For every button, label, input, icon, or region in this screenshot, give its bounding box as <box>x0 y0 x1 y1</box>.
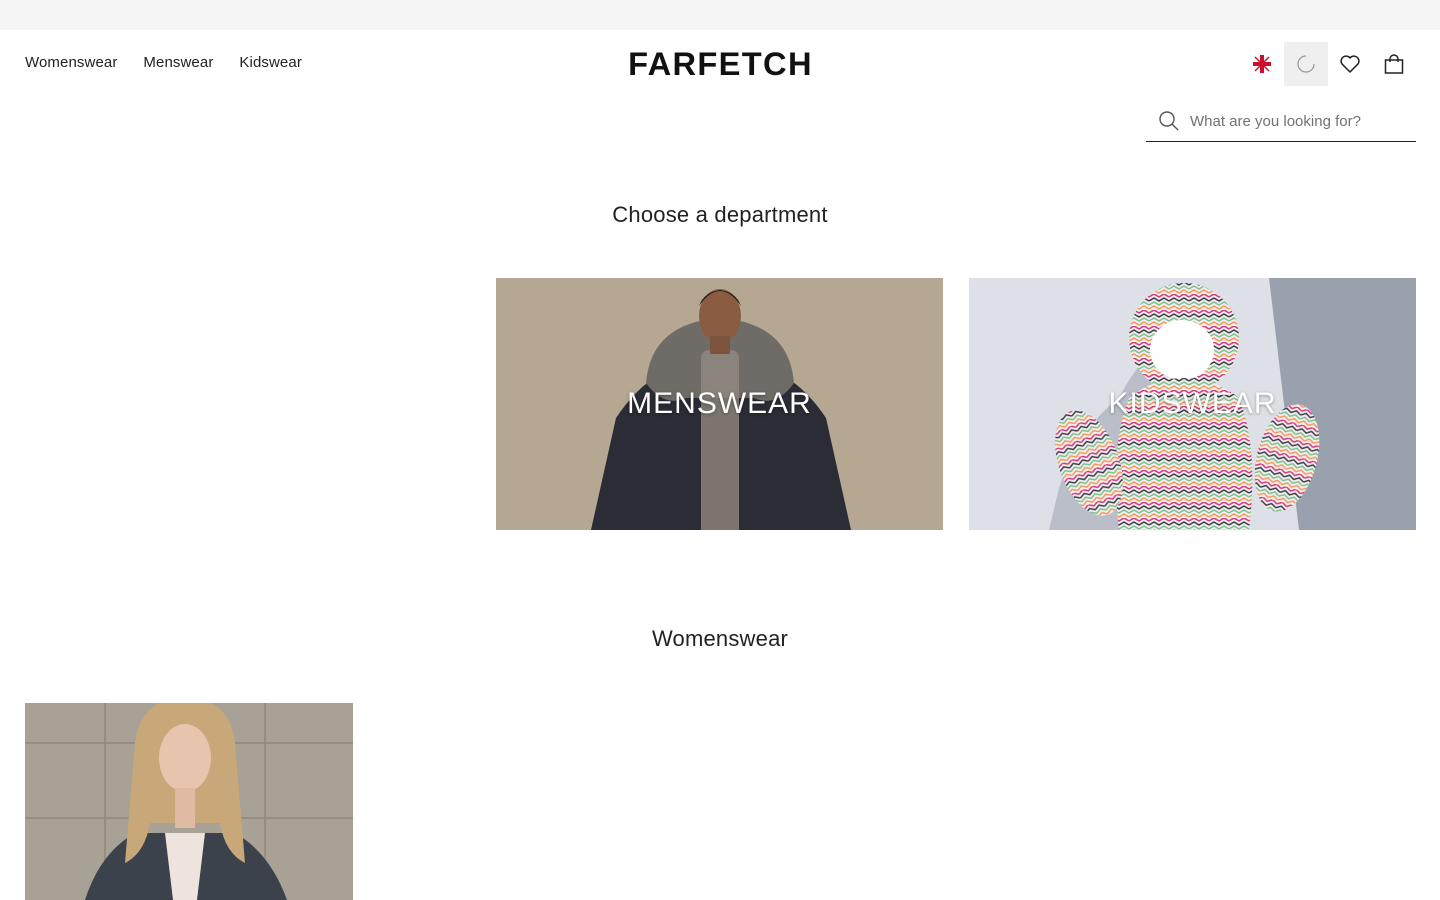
choose-department-heading: Choose a department <box>612 202 828 227</box>
bag-button[interactable] <box>1372 42 1416 86</box>
farfetch-logo[interactable]: FARFETCH <box>617 47 824 81</box>
loading-spinner-icon <box>1297 55 1315 73</box>
search-input[interactable] <box>1190 106 1410 136</box>
account-button[interactable] <box>1284 42 1328 86</box>
kidswear-label: KIDSWEAR <box>1108 387 1277 420</box>
country-flag-button[interactable] <box>1240 42 1284 86</box>
department-nav: Womenswear Menswear Kidswear <box>25 54 302 71</box>
top-banner-strip <box>0 0 1440 30</box>
nav-kidswear[interactable]: Kidswear <box>239 54 302 71</box>
search-icon[interactable] <box>1158 110 1180 132</box>
heart-icon <box>1340 55 1360 73</box>
nav-menswear[interactable]: Menswear <box>143 54 213 71</box>
nav-womenswear[interactable]: Womenswear <box>25 54 117 71</box>
womenswear-heading: Womenswear <box>651 626 789 651</box>
header-icons <box>1240 42 1416 86</box>
womenswear-card[interactable] <box>25 703 353 900</box>
site-header: Womenswear Menswear Kidswear FARFETCH <box>0 30 1440 100</box>
menswear-card[interactable]: MENSWEAR <box>496 278 943 530</box>
kidswear-card[interactable]: KIDSWEAR <box>969 278 1416 530</box>
womenswear-image <box>25 703 353 900</box>
menswear-label: MENSWEAR <box>627 387 812 420</box>
shopping-bag-icon <box>1384 54 1404 74</box>
wishlist-button[interactable] <box>1328 42 1372 86</box>
union-jack-flag-icon <box>1252 54 1272 74</box>
search-bar <box>1146 100 1416 142</box>
